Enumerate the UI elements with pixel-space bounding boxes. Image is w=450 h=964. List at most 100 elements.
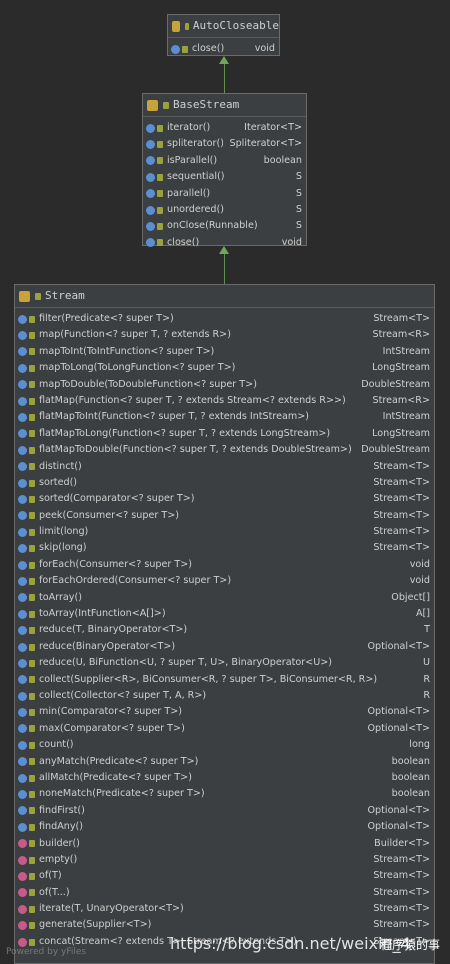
method-row[interactable]: flatMapToInt(Function<? super T, ? exten…	[15, 409, 434, 425]
method-row[interactable]: flatMapToLong(Function<? super T, ? exte…	[15, 426, 434, 442]
method-row[interactable]: collect(Supplier<R>, BiConsumer<R, ? sup…	[15, 672, 434, 688]
method-icons	[18, 839, 35, 849]
method-row[interactable]: close() void	[168, 41, 279, 57]
method-row[interactable]: peek(Consumer<? super T>) Stream<T>	[15, 508, 434, 524]
method-signature: mapToInt(ToIntFunction<? super T>)	[39, 345, 215, 357]
method-return-type: Stream<T>	[373, 919, 430, 931]
method-row[interactable]: findFirst() Optional<T>	[15, 803, 434, 819]
autocloseable-box[interactable]: AutoCloseable close() void	[167, 14, 280, 56]
method-return-type: T	[424, 624, 430, 636]
method-row[interactable]: of(T...) Stream<T>	[15, 885, 434, 901]
method-row[interactable]: forEach(Consumer<? super T>) void	[15, 557, 434, 573]
method-row[interactable]: sequential() S	[143, 169, 306, 185]
method-row[interactable]: forEachOrdered(Consumer<? super T>) void	[15, 573, 434, 589]
method-row[interactable]: max(Comparator<? super T>) Optional<T>	[15, 721, 434, 737]
method-row[interactable]: builder() Builder<T>	[15, 836, 434, 852]
public-lock-icon	[29, 332, 35, 340]
method-row[interactable]: reduce(T, BinaryOperator<T>) T	[15, 622, 434, 638]
method-row[interactable]: reduce(BinaryOperator<T>) Optional<T>	[15, 639, 434, 655]
public-lock-icon	[157, 190, 163, 198]
public-lock-icon	[29, 495, 35, 503]
interface-icon	[147, 99, 158, 111]
abstract-method-icon	[18, 331, 27, 341]
static-method-icon	[18, 904, 27, 914]
public-lock-icon	[29, 348, 35, 356]
method-return-type: Stream<R>	[372, 329, 430, 341]
method-row[interactable]: collect(Collector<? super T, A, R>) R	[15, 688, 434, 704]
method-return-type: IntStream	[382, 345, 430, 357]
method-icons	[18, 380, 35, 390]
method-row[interactable]: toArray(IntFunction<A[]>) A[]	[15, 606, 434, 622]
method-signature: parallel()	[167, 187, 211, 199]
method-return-type: void	[281, 236, 302, 248]
basestream-box[interactable]: BaseStream iterator() Iterator<T> splitera…	[142, 93, 307, 248]
method-return-type: DoubleStream	[361, 444, 430, 456]
method-return-type: boolean	[391, 771, 430, 783]
method-return-type: boolean	[391, 788, 430, 800]
method-row[interactable]: toArray() Object[]	[15, 590, 434, 606]
method-return-type: Stream<T>	[373, 476, 430, 488]
method-icons	[146, 140, 163, 150]
method-return-type: R	[423, 689, 430, 701]
method-icons	[18, 871, 35, 881]
public-lock-icon	[29, 823, 35, 831]
public-lock-icon	[29, 889, 35, 897]
abstract-method-icon	[146, 172, 155, 182]
abstract-method-icon	[18, 560, 27, 570]
stream-methods: filter(Predicate<? super T>) Stream<T> map…	[15, 308, 434, 950]
method-row[interactable]: findAny() Optional<T>	[15, 819, 434, 835]
stream-box[interactable]: Stream filter(Predicate<? super T>) Strea…	[14, 284, 435, 964]
method-signature: sorted(Comparator<? super T>)	[39, 493, 195, 505]
method-row[interactable]: map(Function<? super T, ? extends R>) Str…	[15, 327, 434, 343]
method-icons	[146, 205, 163, 215]
method-row[interactable]: iterate(T, UnaryOperator<T>) Stream<T>	[15, 901, 434, 917]
method-row[interactable]: filter(Predicate<? super T>) Stream<T>	[15, 311, 434, 327]
lock-icon	[163, 101, 169, 109]
method-row[interactable]: mapToLong(ToLongFunction<? super T>) Long…	[15, 360, 434, 376]
method-row[interactable]: iterator() Iterator<T>	[143, 120, 306, 136]
abstract-method-icon	[18, 740, 27, 750]
method-row[interactable]: spliterator() Spliterator<T>	[143, 136, 306, 152]
method-return-type: Stream<T>	[373, 509, 430, 521]
method-row[interactable]: reduce(U, BiFunction<U, ? super T, U>, B…	[15, 655, 434, 671]
method-signature: onClose(Runnable)	[167, 220, 258, 232]
method-icons	[18, 511, 35, 521]
basestream-header: BaseStream	[143, 94, 306, 117]
method-row[interactable]: anyMatch(Predicate<? super T>) boolean	[15, 754, 434, 770]
method-row[interactable]: of(T) Stream<T>	[15, 868, 434, 884]
method-row[interactable]: mapToInt(ToIntFunction<? super T>) IntStr…	[15, 344, 434, 360]
method-return-type: Optional<T>	[367, 804, 431, 816]
method-return-type: Stream<T>	[373, 853, 430, 865]
method-row[interactable]: flatMap(Function<? super T, ? extends St…	[15, 393, 434, 409]
method-icons	[18, 740, 35, 750]
public-lock-icon	[157, 173, 163, 181]
method-icons	[18, 429, 35, 439]
method-row[interactable]: generate(Supplier<T>) Stream<T>	[15, 917, 434, 933]
method-signature: spliterator()	[167, 138, 224, 150]
method-row[interactable]: onClose(Runnable) S	[143, 218, 306, 234]
method-row[interactable]: unordered() S	[143, 202, 306, 218]
method-row[interactable]: min(Comparator<? super T>) Optional<T>	[15, 704, 434, 720]
static-method-icon	[18, 855, 27, 865]
method-row[interactable]: sorted(Comparator<? super T>) Stream<T>	[15, 491, 434, 507]
method-signature: of(T)	[39, 870, 62, 882]
method-row[interactable]: skip(long) Stream<T>	[15, 540, 434, 556]
method-row[interactable]: noneMatch(Predicate<? super T>) boolean	[15, 786, 434, 802]
method-row[interactable]: sorted() Stream<T>	[15, 475, 434, 491]
public-lock-icon	[29, 905, 35, 913]
method-row[interactable]: limit(long) Stream<T>	[15, 524, 434, 540]
method-row[interactable]: isParallel() boolean	[143, 153, 306, 169]
method-return-type: Stream<T>	[373, 526, 430, 538]
method-row[interactable]: mapToDouble(ToDoubleFunction<? super T>)…	[15, 377, 434, 393]
method-row[interactable]: empty() Stream<T>	[15, 852, 434, 868]
method-row[interactable]: flatMapToDouble(Function<? super T, ? ex…	[15, 442, 434, 458]
arrow-head-icon	[219, 246, 229, 254]
method-signature: collect(Supplier<R>, BiConsumer<R, ? sup…	[39, 673, 378, 685]
static-method-icon	[18, 937, 27, 947]
method-row[interactable]: parallel() S	[143, 186, 306, 202]
method-signature: reduce(T, BinaryOperator<T>)	[39, 624, 188, 636]
method-row[interactable]: allMatch(Predicate<? super T>) boolean	[15, 770, 434, 786]
method-icons	[18, 937, 35, 947]
method-row[interactable]: distinct() Stream<T>	[15, 459, 434, 475]
method-row[interactable]: count() long	[15, 737, 434, 753]
